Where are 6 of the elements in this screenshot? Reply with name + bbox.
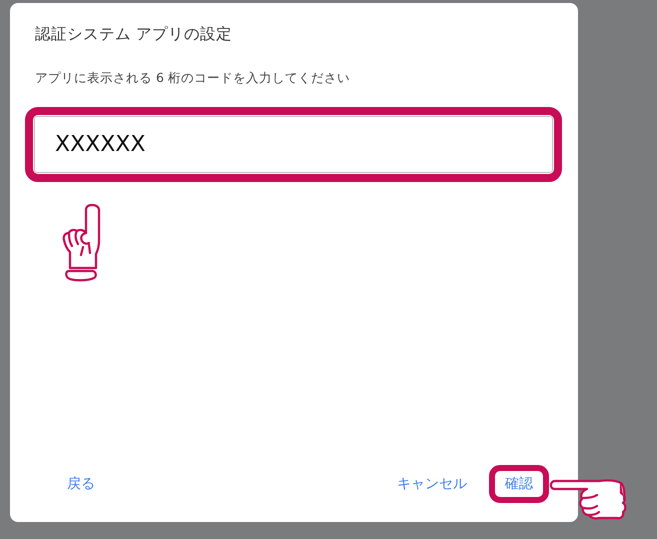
code-field[interactable]: XXXXXX <box>34 116 553 173</box>
back-button[interactable]: 戻る <box>59 471 103 497</box>
cancel-button[interactable]: キャンセル <box>389 471 475 497</box>
instruction-text: アプリに表示される 6 桁のコードを入力してください <box>35 69 350 87</box>
confirm-button[interactable]: 確認 <box>497 471 541 497</box>
dialog-title: 認証システム アプリの設定 <box>35 24 232 45</box>
